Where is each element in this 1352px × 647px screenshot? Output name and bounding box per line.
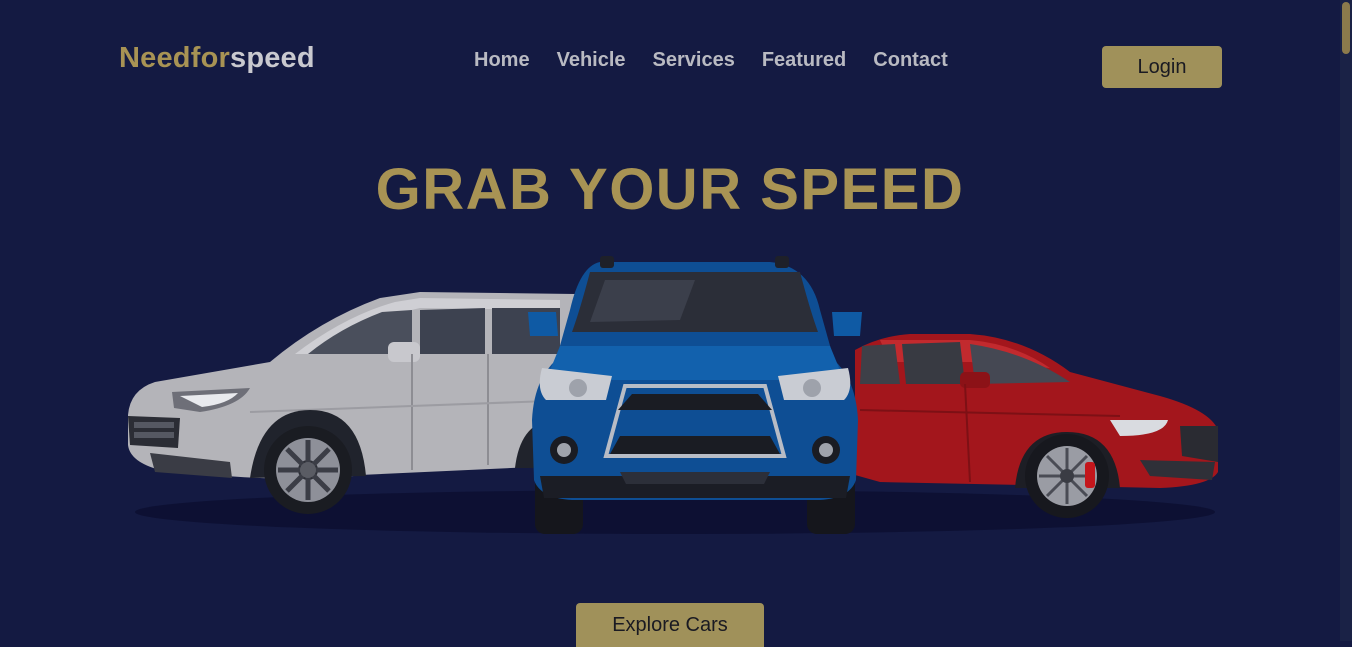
hero-cars-image xyxy=(128,256,1218,534)
logo-part-need-for: Needfor xyxy=(119,42,230,74)
main-nav: Home Vehicle Services Featured Contact xyxy=(474,49,975,72)
nav-contact-link[interactable]: Contact xyxy=(873,49,947,72)
login-button[interactable]: Login xyxy=(1102,46,1222,88)
nav-home-link[interactable]: Home xyxy=(474,49,530,72)
logo-part-speed: speed xyxy=(229,42,315,74)
page-scrollbar[interactable] xyxy=(1340,0,1352,641)
logo[interactable]: Needforspeed xyxy=(119,42,315,75)
nav-vehicle-link[interactable]: Vehicle xyxy=(557,49,626,72)
explore-cars-button[interactable]: Explore Cars xyxy=(576,603,764,647)
hero-title: GRAB YOUR SPEED xyxy=(375,157,965,222)
scrollbar-thumb[interactable] xyxy=(1342,2,1350,54)
nav-services-link[interactable]: Services xyxy=(653,49,735,72)
white-suv-image xyxy=(128,292,576,514)
red-sedan-image xyxy=(855,334,1218,518)
blue-suv-image xyxy=(528,256,862,534)
page-background: Needforspeed Home Vehicle Services Featu… xyxy=(0,0,1341,647)
nav-featured-link[interactable]: Featured xyxy=(762,49,846,72)
